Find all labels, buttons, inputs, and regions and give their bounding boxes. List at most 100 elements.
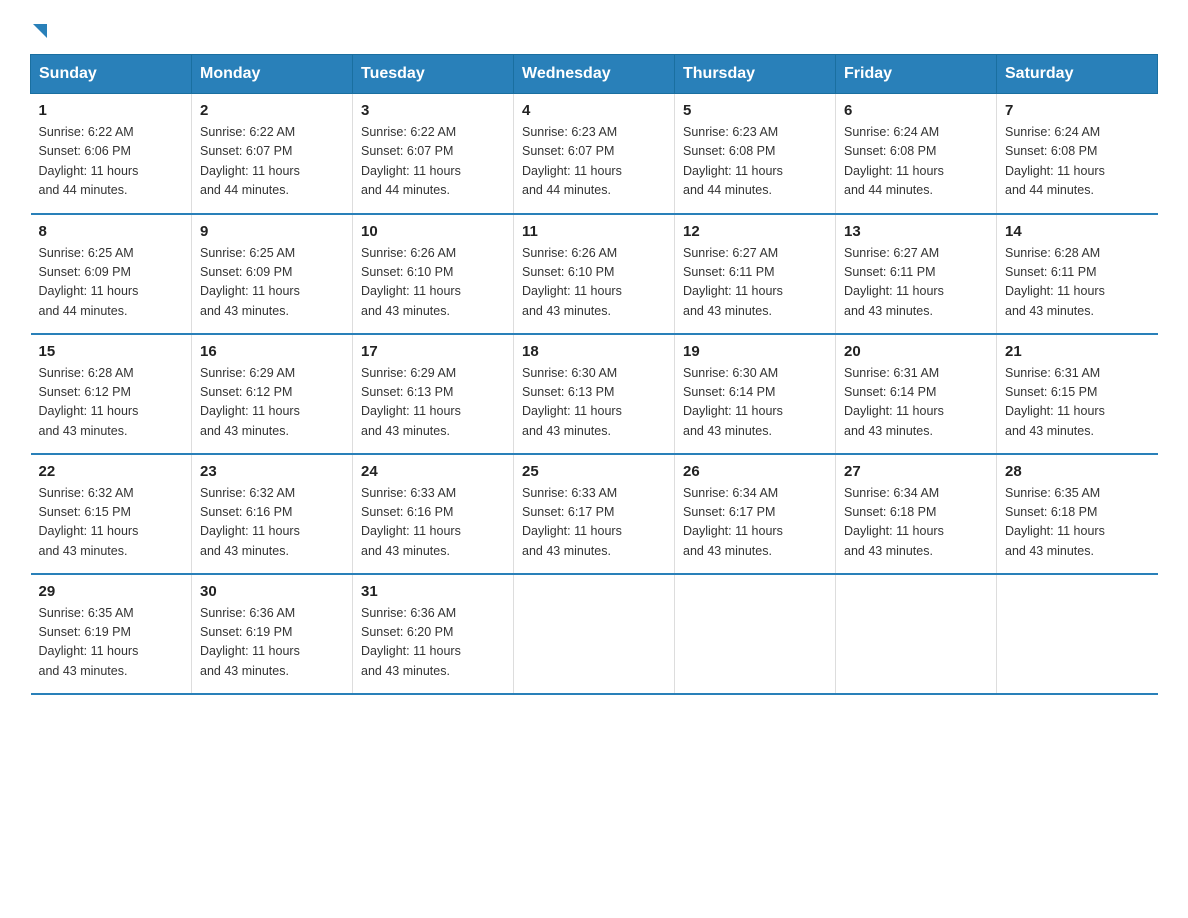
- day-info: Sunrise: 6:26 AMSunset: 6:10 PMDaylight:…: [361, 246, 461, 318]
- day-info: Sunrise: 6:30 AMSunset: 6:13 PMDaylight:…: [522, 366, 622, 438]
- day-info: Sunrise: 6:36 AMSunset: 6:19 PMDaylight:…: [200, 606, 300, 678]
- day-info: Sunrise: 6:26 AMSunset: 6:10 PMDaylight:…: [522, 246, 622, 318]
- calendar-day-cell: 2 Sunrise: 6:22 AMSunset: 6:07 PMDayligh…: [192, 94, 353, 214]
- day-info: Sunrise: 6:32 AMSunset: 6:15 PMDaylight:…: [39, 486, 139, 558]
- day-number: 15: [39, 343, 184, 360]
- day-number: 20: [844, 343, 988, 360]
- day-number: 27: [844, 463, 988, 480]
- day-number: 7: [1005, 102, 1150, 119]
- day-number: 31: [361, 583, 505, 600]
- day-info: Sunrise: 6:36 AMSunset: 6:20 PMDaylight:…: [361, 606, 461, 678]
- calendar-day-cell: 22 Sunrise: 6:32 AMSunset: 6:15 PMDaylig…: [31, 454, 192, 574]
- day-info: Sunrise: 6:22 AMSunset: 6:06 PMDaylight:…: [39, 125, 139, 197]
- calendar-day-cell: 18 Sunrise: 6:30 AMSunset: 6:13 PMDaylig…: [514, 334, 675, 454]
- day-info: Sunrise: 6:25 AMSunset: 6:09 PMDaylight:…: [200, 246, 300, 318]
- calendar-day-cell: 3 Sunrise: 6:22 AMSunset: 6:07 PMDayligh…: [353, 94, 514, 214]
- day-number: 19: [683, 343, 827, 360]
- calendar-day-cell: 17 Sunrise: 6:29 AMSunset: 6:13 PMDaylig…: [353, 334, 514, 454]
- calendar-day-cell: 26 Sunrise: 6:34 AMSunset: 6:17 PMDaylig…: [675, 454, 836, 574]
- day-number: 5: [683, 102, 827, 119]
- day-info: Sunrise: 6:28 AMSunset: 6:11 PMDaylight:…: [1005, 246, 1105, 318]
- calendar-day-cell: 14 Sunrise: 6:28 AMSunset: 6:11 PMDaylig…: [997, 214, 1158, 334]
- logo-arrow-icon: [33, 24, 47, 38]
- calendar-day-cell: 6 Sunrise: 6:24 AMSunset: 6:08 PMDayligh…: [836, 94, 997, 214]
- day-number: 29: [39, 583, 184, 600]
- day-info: Sunrise: 6:23 AMSunset: 6:07 PMDaylight:…: [522, 125, 622, 197]
- day-number: 14: [1005, 223, 1150, 240]
- calendar-day-cell: 23 Sunrise: 6:32 AMSunset: 6:16 PMDaylig…: [192, 454, 353, 574]
- day-number: 10: [361, 223, 505, 240]
- calendar-day-cell: 9 Sunrise: 6:25 AMSunset: 6:09 PMDayligh…: [192, 214, 353, 334]
- calendar-day-cell: 4 Sunrise: 6:23 AMSunset: 6:07 PMDayligh…: [514, 94, 675, 214]
- weekday-header: Sunday: [31, 55, 192, 94]
- day-number: 26: [683, 463, 827, 480]
- calendar-day-cell: 8 Sunrise: 6:25 AMSunset: 6:09 PMDayligh…: [31, 214, 192, 334]
- day-number: 13: [844, 223, 988, 240]
- day-info: Sunrise: 6:27 AMSunset: 6:11 PMDaylight:…: [683, 246, 783, 318]
- calendar-day-cell: 7 Sunrise: 6:24 AMSunset: 6:08 PMDayligh…: [997, 94, 1158, 214]
- day-info: Sunrise: 6:32 AMSunset: 6:16 PMDaylight:…: [200, 486, 300, 558]
- day-info: Sunrise: 6:33 AMSunset: 6:17 PMDaylight:…: [522, 486, 622, 558]
- calendar-day-cell: 21 Sunrise: 6:31 AMSunset: 6:15 PMDaylig…: [997, 334, 1158, 454]
- calendar-day-cell: 5 Sunrise: 6:23 AMSunset: 6:08 PMDayligh…: [675, 94, 836, 214]
- calendar-day-cell: 24 Sunrise: 6:33 AMSunset: 6:16 PMDaylig…: [353, 454, 514, 574]
- calendar-day-cell: 15 Sunrise: 6:28 AMSunset: 6:12 PMDaylig…: [31, 334, 192, 454]
- day-info: Sunrise: 6:23 AMSunset: 6:08 PMDaylight:…: [683, 125, 783, 197]
- day-number: 28: [1005, 463, 1150, 480]
- calendar-day-cell: 28 Sunrise: 6:35 AMSunset: 6:18 PMDaylig…: [997, 454, 1158, 574]
- day-info: Sunrise: 6:30 AMSunset: 6:14 PMDaylight:…: [683, 366, 783, 438]
- day-info: Sunrise: 6:24 AMSunset: 6:08 PMDaylight:…: [1005, 125, 1105, 197]
- calendar-day-cell: [836, 574, 997, 694]
- day-number: 18: [522, 343, 666, 360]
- page-header: [30, 20, 1158, 34]
- day-number: 25: [522, 463, 666, 480]
- day-number: 9: [200, 223, 344, 240]
- day-number: 17: [361, 343, 505, 360]
- weekday-header: Wednesday: [514, 55, 675, 94]
- day-info: Sunrise: 6:24 AMSunset: 6:08 PMDaylight:…: [844, 125, 944, 197]
- weekday-header: Thursday: [675, 55, 836, 94]
- day-info: Sunrise: 6:31 AMSunset: 6:14 PMDaylight:…: [844, 366, 944, 438]
- day-info: Sunrise: 6:29 AMSunset: 6:13 PMDaylight:…: [361, 366, 461, 438]
- calendar-day-cell: [675, 574, 836, 694]
- logo: [30, 20, 47, 34]
- day-number: 6: [844, 102, 988, 119]
- day-number: 23: [200, 463, 344, 480]
- calendar-day-cell: 10 Sunrise: 6:26 AMSunset: 6:10 PMDaylig…: [353, 214, 514, 334]
- calendar-week-row: 15 Sunrise: 6:28 AMSunset: 6:12 PMDaylig…: [31, 334, 1158, 454]
- day-info: Sunrise: 6:28 AMSunset: 6:12 PMDaylight:…: [39, 366, 139, 438]
- day-info: Sunrise: 6:35 AMSunset: 6:18 PMDaylight:…: [1005, 486, 1105, 558]
- day-number: 21: [1005, 343, 1150, 360]
- calendar-day-cell: 20 Sunrise: 6:31 AMSunset: 6:14 PMDaylig…: [836, 334, 997, 454]
- day-number: 1: [39, 102, 184, 119]
- day-number: 22: [39, 463, 184, 480]
- day-number: 8: [39, 223, 184, 240]
- calendar-day-cell: [997, 574, 1158, 694]
- calendar-day-cell: 11 Sunrise: 6:26 AMSunset: 6:10 PMDaylig…: [514, 214, 675, 334]
- calendar-day-cell: 31 Sunrise: 6:36 AMSunset: 6:20 PMDaylig…: [353, 574, 514, 694]
- day-info: Sunrise: 6:34 AMSunset: 6:17 PMDaylight:…: [683, 486, 783, 558]
- weekday-header: Tuesday: [353, 55, 514, 94]
- calendar-week-row: 1 Sunrise: 6:22 AMSunset: 6:06 PMDayligh…: [31, 94, 1158, 214]
- calendar-day-cell: 27 Sunrise: 6:34 AMSunset: 6:18 PMDaylig…: [836, 454, 997, 574]
- day-info: Sunrise: 6:29 AMSunset: 6:12 PMDaylight:…: [200, 366, 300, 438]
- day-number: 4: [522, 102, 666, 119]
- calendar-day-cell: 29 Sunrise: 6:35 AMSunset: 6:19 PMDaylig…: [31, 574, 192, 694]
- day-info: Sunrise: 6:27 AMSunset: 6:11 PMDaylight:…: [844, 246, 944, 318]
- day-info: Sunrise: 6:33 AMSunset: 6:16 PMDaylight:…: [361, 486, 461, 558]
- calendar-week-row: 8 Sunrise: 6:25 AMSunset: 6:09 PMDayligh…: [31, 214, 1158, 334]
- day-info: Sunrise: 6:31 AMSunset: 6:15 PMDaylight:…: [1005, 366, 1105, 438]
- calendar-day-cell: 19 Sunrise: 6:30 AMSunset: 6:14 PMDaylig…: [675, 334, 836, 454]
- day-number: 3: [361, 102, 505, 119]
- calendar-day-cell: [514, 574, 675, 694]
- day-number: 16: [200, 343, 344, 360]
- day-number: 2: [200, 102, 344, 119]
- calendar-day-cell: 16 Sunrise: 6:29 AMSunset: 6:12 PMDaylig…: [192, 334, 353, 454]
- day-number: 30: [200, 583, 344, 600]
- weekday-header: Saturday: [997, 55, 1158, 94]
- weekday-header: Friday: [836, 55, 997, 94]
- day-number: 24: [361, 463, 505, 480]
- day-info: Sunrise: 6:22 AMSunset: 6:07 PMDaylight:…: [200, 125, 300, 197]
- day-info: Sunrise: 6:34 AMSunset: 6:18 PMDaylight:…: [844, 486, 944, 558]
- calendar-day-cell: 25 Sunrise: 6:33 AMSunset: 6:17 PMDaylig…: [514, 454, 675, 574]
